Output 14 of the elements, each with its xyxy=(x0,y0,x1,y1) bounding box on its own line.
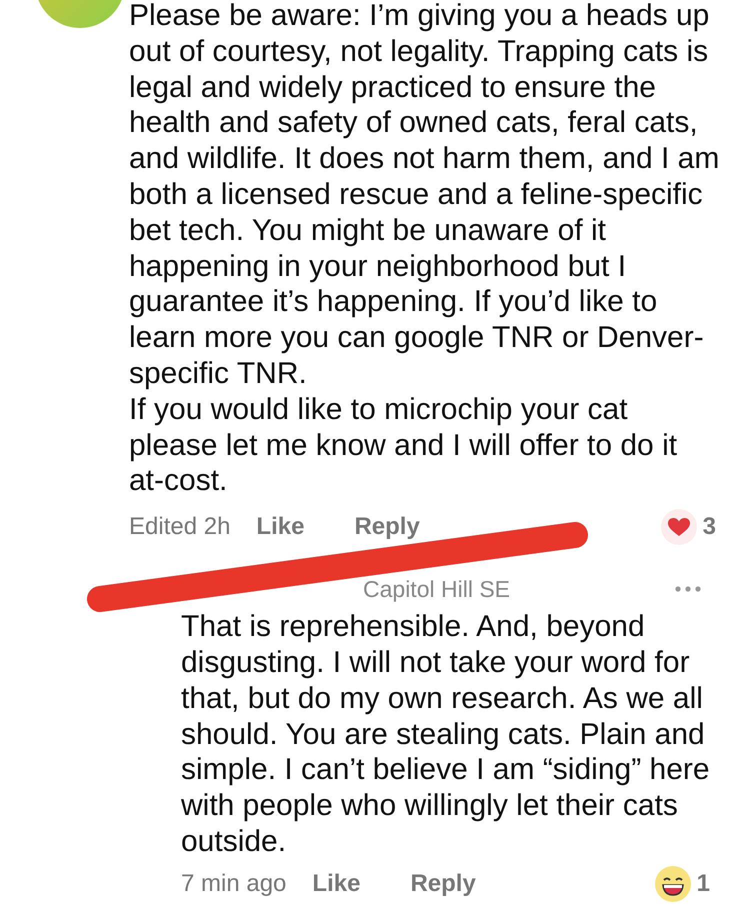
comment-text: That is reprehensible. And, beyond disgusting. I will not take your word for that, but do my own research. As we all should. You are stealing cats. Plain and simple. I can’t believe I am “siding” here with people who willingly let their cats outside. xyxy=(181,609,711,860)
reaction-count: 1 xyxy=(696,870,710,898)
like-button[interactable]: Like xyxy=(312,870,360,898)
comment-text: If you would like to microchip your cat please let me know and I will offer to do it at-cost. xyxy=(129,392,678,500)
neighborhood-label: Capitol Hill SE xyxy=(363,576,511,603)
reply-button[interactable]: Reply xyxy=(410,870,476,898)
timestamp: 7 min ago xyxy=(181,870,286,898)
timestamp: Edited 2h xyxy=(129,513,230,542)
reply-button[interactable]: Reply xyxy=(354,513,420,542)
reaction-count: 3 xyxy=(702,513,716,542)
more-icon[interactable] xyxy=(674,585,702,594)
comment-text: Please be aware: I’m giving you a heads up out of courtesy, not legality. Trapping cats is legal and widely practiced to ensure the health and safety of owned cats, feral cats, and wildlife. It does not harm them, and I am both a licensed rescue and a feline-specific bet tech. You might be unaware of it happening in your neighborhood but I guarantee it’s happening. If you’d like to learn more you can google TNR or Denver-specific TNR. xyxy=(129,0,720,392)
laughing-face-icon xyxy=(654,866,691,902)
like-button[interactable]: Like xyxy=(256,513,304,542)
